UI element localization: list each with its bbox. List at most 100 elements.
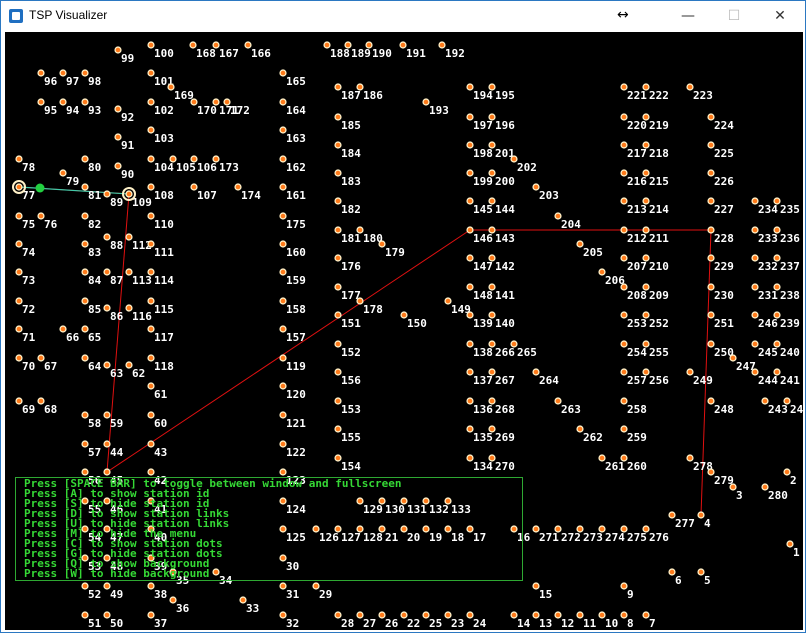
station[interactable]: 9: [620, 582, 634, 601]
station[interactable]: 178: [356, 297, 383, 316]
station[interactable]: 78: [15, 155, 35, 174]
station[interactable]: 59: [103, 411, 123, 430]
station[interactable]: 13: [532, 611, 552, 630]
station[interactable]: 14: [510, 611, 531, 630]
station[interactable]: 251: [707, 311, 734, 330]
station[interactable]: 1: [786, 540, 800, 559]
station[interactable]: 49: [103, 582, 123, 601]
station[interactable]: 64: [81, 354, 102, 373]
station[interactable]: 52: [81, 582, 101, 601]
station[interactable]: 228: [707, 226, 734, 245]
station[interactable]: 95: [37, 98, 57, 117]
station[interactable]: 69: [15, 397, 35, 416]
station[interactable]: 83: [81, 240, 101, 259]
station[interactable]: 50: [103, 611, 123, 630]
station[interactable]: 230: [707, 283, 734, 302]
station[interactable]: 263: [554, 397, 581, 416]
station[interactable]: 15: [532, 582, 552, 601]
station[interactable]: 70: [15, 354, 35, 373]
station[interactable]: 90: [114, 162, 134, 181]
station[interactable]: 80: [81, 155, 101, 174]
station[interactable]: 4: [697, 511, 711, 530]
station[interactable]: 75: [15, 212, 35, 231]
station[interactable]: 204: [554, 212, 581, 231]
station[interactable]: 179: [378, 240, 405, 259]
station[interactable]: 192: [438, 41, 465, 60]
station[interactable]: 162: [279, 155, 306, 174]
station[interactable]: 280: [761, 483, 788, 502]
station[interactable]: 25: [422, 611, 442, 630]
station[interactable]: 102: [147, 98, 174, 117]
station[interactable]: 33: [239, 596, 259, 615]
station[interactable]: 12: [554, 611, 574, 630]
station[interactable]: 71: [15, 325, 36, 344]
station[interactable]: 262: [576, 425, 603, 444]
station[interactable]: 226: [707, 169, 734, 188]
station[interactable]: 57: [81, 440, 101, 459]
station[interactable]: 223: [686, 83, 713, 102]
station[interactable]: 5: [697, 568, 711, 587]
station[interactable]: 61: [147, 382, 168, 401]
station[interactable]: 224: [707, 113, 734, 132]
station[interactable]: 279: [707, 468, 734, 487]
station[interactable]: 2: [783, 468, 797, 487]
station[interactable]: 93: [81, 98, 101, 117]
station[interactable]: 164: [279, 98, 306, 117]
station[interactable]: 82: [81, 212, 101, 231]
station[interactable]: 191: [399, 41, 426, 60]
station[interactable]: 65: [81, 325, 101, 344]
station[interactable]: 258: [620, 397, 647, 416]
station[interactable]: 184: [334, 141, 361, 160]
station[interactable]: 175: [279, 212, 306, 231]
station[interactable]: 44: [103, 440, 124, 459]
title-bar[interactable]: TSP Visualizer ↔ — ☐ ✕: [1, 1, 805, 32]
station[interactable]: 26: [378, 611, 399, 630]
station[interactable]: 58: [81, 411, 101, 430]
station[interactable]: 29: [312, 582, 332, 601]
station[interactable]: 249: [686, 368, 713, 387]
station[interactable]: 27: [356, 611, 376, 630]
station[interactable]: 259: [620, 425, 647, 444]
station[interactable]: 24: [466, 611, 487, 630]
station[interactable]: 87: [103, 268, 123, 287]
station[interactable]: 264: [532, 368, 559, 387]
station[interactable]: 227: [707, 197, 734, 216]
station[interactable]: 169: [167, 83, 194, 102]
station[interactable]: 66: [59, 325, 80, 344]
station[interactable]: 107: [190, 183, 217, 202]
station[interactable]: 37: [147, 611, 167, 630]
station[interactable]: 23: [444, 611, 464, 630]
station[interactable]: 10: [598, 611, 618, 630]
station[interactable]: 94: [59, 98, 80, 117]
station[interactable]: 81: [81, 183, 102, 202]
station[interactable]: 62: [125, 361, 145, 380]
map-canvas[interactable]: 99 100 168 167 166 188 189 190 191 192 96 97 98 101 16…: [5, 32, 803, 630]
station[interactable]: 74: [15, 240, 36, 259]
maximize-button[interactable]: ☐: [711, 1, 757, 32]
station[interactable]: 161: [279, 183, 306, 202]
close-button[interactable]: ✕: [757, 1, 803, 32]
station[interactable]: 122: [279, 440, 306, 459]
station[interactable]: 72: [15, 297, 35, 316]
station[interactable]: 185: [334, 113, 361, 132]
station[interactable]: 60: [147, 411, 167, 430]
station[interactable]: 156: [334, 368, 361, 387]
station[interactable]: 97: [59, 69, 79, 88]
station[interactable]: 110: [147, 212, 174, 231]
station[interactable]: 182: [334, 197, 361, 216]
station[interactable]: 38: [147, 582, 167, 601]
station[interactable]: 103: [147, 126, 174, 145]
station[interactable]: 28: [334, 611, 354, 630]
station[interactable]: 116: [125, 304, 152, 323]
station[interactable]: 152: [334, 340, 361, 359]
station[interactable]: 150: [400, 311, 427, 330]
station[interactable]: 86: [103, 304, 124, 323]
station[interactable]: 151: [334, 311, 361, 330]
station[interactable]: 96: [37, 69, 58, 88]
station[interactable]: 32: [279, 611, 299, 630]
station[interactable]: 3: [729, 483, 743, 502]
station[interactable]: 225: [707, 141, 734, 160]
station[interactable]: 73: [15, 268, 35, 287]
station[interactable]: 68: [37, 397, 57, 416]
station[interactable]: 119: [279, 354, 306, 373]
